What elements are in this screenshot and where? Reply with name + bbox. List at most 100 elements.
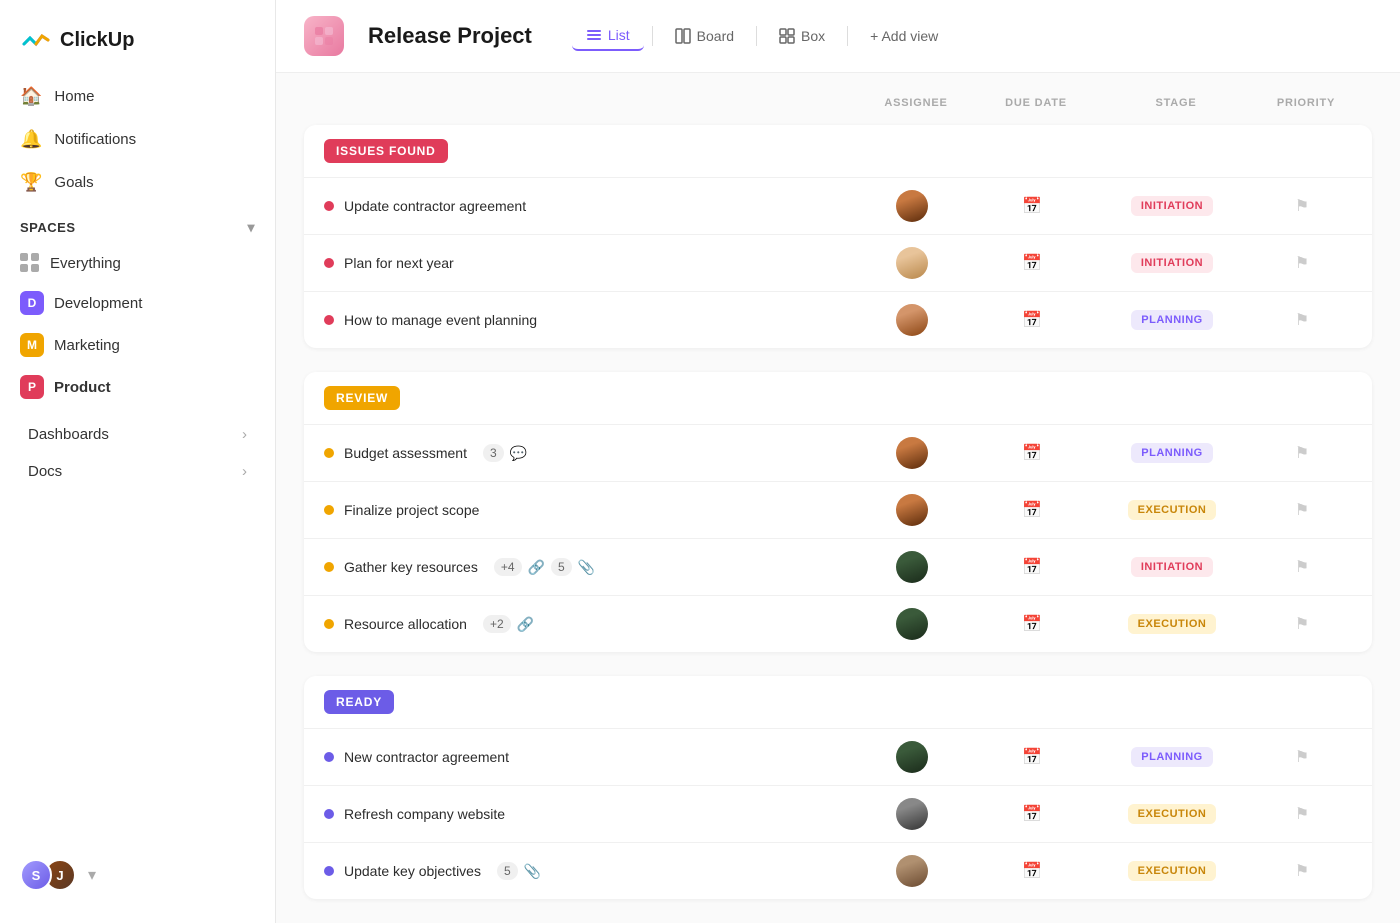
avatar (896, 247, 928, 279)
dashboards-label: Dashboards (28, 426, 109, 443)
development-label: Development (54, 295, 142, 312)
task-name: Plan for next year (344, 255, 454, 271)
task-name-cell: Budget assessment 3 💬 (324, 444, 852, 462)
group-issues-found: ISSUES FOUND Update contractor agreement… (304, 125, 1372, 348)
user-avatars[interactable]: S J (20, 859, 76, 891)
task-row[interactable]: Plan for next year 📅 INITIATION ⚑ (304, 234, 1372, 291)
task-meta: +2 🔗 (483, 615, 534, 633)
stage-badge: EXECUTION (1128, 614, 1217, 634)
task-dot (324, 752, 334, 762)
main-header: Release Project List Board (276, 0, 1400, 73)
due-date-cell: 📅 (972, 196, 1092, 216)
due-date-cell: 📅 (972, 310, 1092, 330)
comment-icon: 💬 (510, 445, 527, 462)
user-dropdown-icon[interactable]: ▾ (88, 865, 96, 885)
task-meta: 3 💬 (483, 444, 527, 462)
link-icon: 🔗 (528, 559, 545, 576)
task-meta: 5 📎 (497, 862, 541, 880)
logo: ClickUp (0, 16, 275, 76)
add-view-button[interactable]: + Add view (856, 22, 952, 50)
priority-cell: ⚑ (1252, 443, 1352, 463)
col-header-assignee: ASSIGNEE (856, 97, 976, 109)
flag-icon: ⚑ (1295, 253, 1309, 273)
priority-cell: ⚑ (1252, 500, 1352, 520)
view-divider-3 (847, 26, 848, 46)
sidebar-item-home[interactable]: 🏠 Home (8, 76, 267, 117)
spaces-label: Spaces (20, 220, 76, 235)
stage-cell: INITIATION (1092, 196, 1252, 216)
priority-cell: ⚑ (1252, 253, 1352, 273)
goals-label: Goals (54, 174, 93, 191)
priority-cell: ⚑ (1252, 804, 1352, 824)
task-row[interactable]: Update key objectives 5 📎 📅 EXECUTION ⚑ (304, 842, 1372, 899)
stage-cell: EXECUTION (1092, 614, 1252, 634)
calendar-icon: 📅 (1022, 804, 1042, 824)
task-name-cell: Gather key resources +4 🔗 5 📎 (324, 558, 852, 576)
spaces-section-header: Spaces ▾ (0, 203, 275, 244)
avatar (896, 741, 928, 773)
due-date-cell: 📅 (972, 747, 1092, 767)
priority-cell: ⚑ (1252, 861, 1352, 881)
task-row[interactable]: Budget assessment 3 💬 📅 PLANNING ⚑ (304, 424, 1372, 481)
board-icon (675, 28, 691, 44)
everything-label: Everything (50, 255, 121, 272)
goals-icon: 🏆 (20, 172, 42, 193)
task-row[interactable]: Update contractor agreement 📅 INITIATION… (304, 177, 1372, 234)
avatar (896, 551, 928, 583)
sidebar-item-notifications[interactable]: 🔔 Notifications (8, 119, 267, 160)
task-dot (324, 258, 334, 268)
task-row[interactable]: Refresh company website 📅 EXECUTION ⚑ (304, 785, 1372, 842)
sidebar-item-goals[interactable]: 🏆 Goals (8, 162, 267, 203)
calendar-icon: 📅 (1022, 861, 1042, 881)
task-row[interactable]: Resource allocation +2 🔗 📅 EXECUTION ⚑ (304, 595, 1372, 652)
priority-cell: ⚑ (1252, 310, 1352, 330)
stage-cell: EXECUTION (1092, 500, 1252, 520)
calendar-icon: 📅 (1022, 557, 1042, 577)
avatar (896, 190, 928, 222)
stage-badge: PLANNING (1131, 747, 1212, 767)
stage-cell: EXECUTION (1092, 861, 1252, 881)
sidebar-item-product[interactable]: P Product (8, 366, 267, 408)
task-row[interactable]: Gather key resources +4 🔗 5 📎 📅 INITIATI… (304, 538, 1372, 595)
docs-expand-icon: › (242, 463, 247, 480)
task-row[interactable]: How to manage event planning 📅 PLANNING … (304, 291, 1372, 348)
attachment-icon2: 📎 (524, 863, 541, 880)
notifications-icon: 🔔 (20, 129, 42, 150)
task-dot (324, 201, 334, 211)
tab-board[interactable]: Board (661, 22, 748, 50)
stage-cell: INITIATION (1092, 557, 1252, 577)
priority-cell: ⚑ (1252, 557, 1352, 577)
task-name: How to manage event planning (344, 312, 537, 328)
main-content: Release Project List Board (276, 0, 1400, 923)
assignee-cell (852, 608, 972, 640)
tab-box[interactable]: Box (765, 22, 839, 50)
stage-badge: PLANNING (1131, 443, 1212, 463)
assignee-cell (852, 741, 972, 773)
sidebar-item-marketing[interactable]: M Marketing (8, 324, 267, 366)
meta-attach-count: 5 (551, 558, 572, 576)
group-badge-issues: ISSUES FOUND (324, 139, 448, 163)
assignee-cell (852, 798, 972, 830)
sidebar-sections: Dashboards › Docs › (0, 416, 275, 490)
docs-label: Docs (28, 463, 62, 480)
avatar (896, 437, 928, 469)
task-dot (324, 448, 334, 458)
task-dot (324, 866, 334, 876)
sidebar-bottom: S J ▾ (0, 843, 275, 907)
spaces-collapse-icon[interactable]: ▾ (247, 219, 255, 236)
task-row[interactable]: Finalize project scope 📅 EXECUTION ⚑ (304, 481, 1372, 538)
home-label: Home (54, 88, 94, 105)
tab-list[interactable]: List (572, 21, 644, 51)
calendar-icon: 📅 (1022, 196, 1042, 216)
stage-badge: INITIATION (1131, 253, 1213, 273)
task-dot (324, 562, 334, 572)
sidebar: ClickUp 🏠 Home 🔔 Notifications 🏆 Goals S… (0, 0, 276, 923)
task-row[interactable]: New contractor agreement 📅 PLANNING ⚑ (304, 728, 1372, 785)
box-icon (779, 28, 795, 44)
sidebar-item-everything[interactable]: Everything (8, 244, 267, 282)
stage-badge: EXECUTION (1128, 500, 1217, 520)
sidebar-item-development[interactable]: D Development (8, 282, 267, 324)
sidebar-item-docs[interactable]: Docs › (8, 453, 267, 490)
project-title: Release Project (368, 23, 532, 49)
sidebar-item-dashboards[interactable]: Dashboards › (8, 416, 267, 453)
